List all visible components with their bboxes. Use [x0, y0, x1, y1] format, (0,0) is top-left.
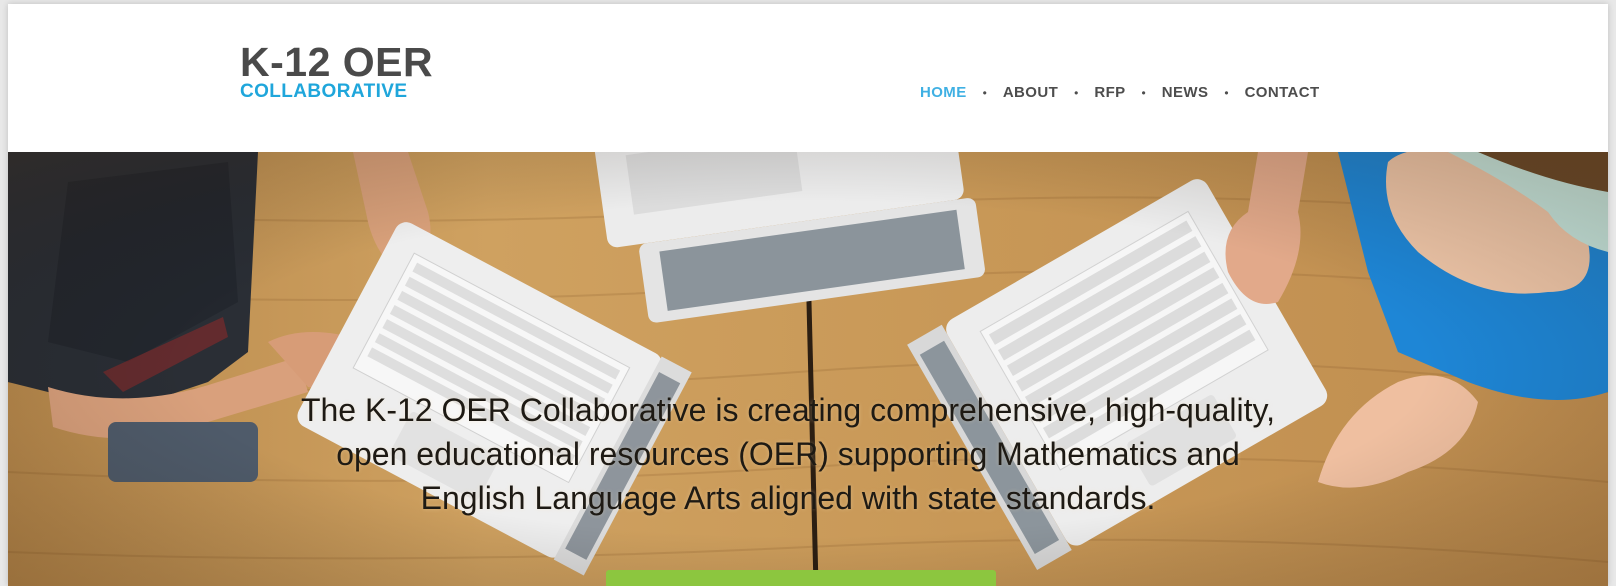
hero-tagline-line1: The K-12 OER Collaborative is creating c…	[300, 392, 1276, 428]
nav-rfp[interactable]: RFP	[1094, 84, 1125, 101]
logo-title: K-12 OER	[240, 39, 434, 85]
nav-news[interactable]: NEWS	[1162, 84, 1209, 101]
hero-tagline: The K-12 OER Collaborative is creating c…	[228, 388, 1348, 520]
nav-separator: •	[1141, 85, 1146, 100]
hero-tagline-line3: English Language Arts aligned with state…	[420, 480, 1156, 516]
nav-separator: •	[1224, 85, 1229, 100]
browser-page: K-12 OER COLLABORATIVE HOME • ABOUT • RF…	[8, 4, 1608, 586]
nav-separator: •	[1074, 85, 1079, 100]
hero-tagline-line2: open educational resources (OER) support…	[336, 436, 1240, 472]
nav-about[interactable]: ABOUT	[1003, 84, 1058, 101]
nav-contact[interactable]: CONTACT	[1245, 84, 1320, 101]
hero-background-image	[8, 152, 1608, 586]
main-nav: HOME • ABOUT • RFP • NEWS • CONTACT	[920, 84, 1320, 101]
nav-home[interactable]: HOME	[920, 84, 967, 101]
site-header: K-12 OER COLLABORATIVE HOME • ABOUT • RF…	[8, 4, 1608, 152]
nav-separator: •	[982, 85, 987, 100]
hero-banner: The K-12 OER Collaborative is creating c…	[8, 152, 1608, 586]
logo-subtitle: COLLABORATIVE	[240, 81, 408, 102]
site-logo[interactable]: K-12 OER COLLABORATIVE	[240, 42, 433, 102]
hero-cta-button[interactable]	[606, 570, 996, 586]
